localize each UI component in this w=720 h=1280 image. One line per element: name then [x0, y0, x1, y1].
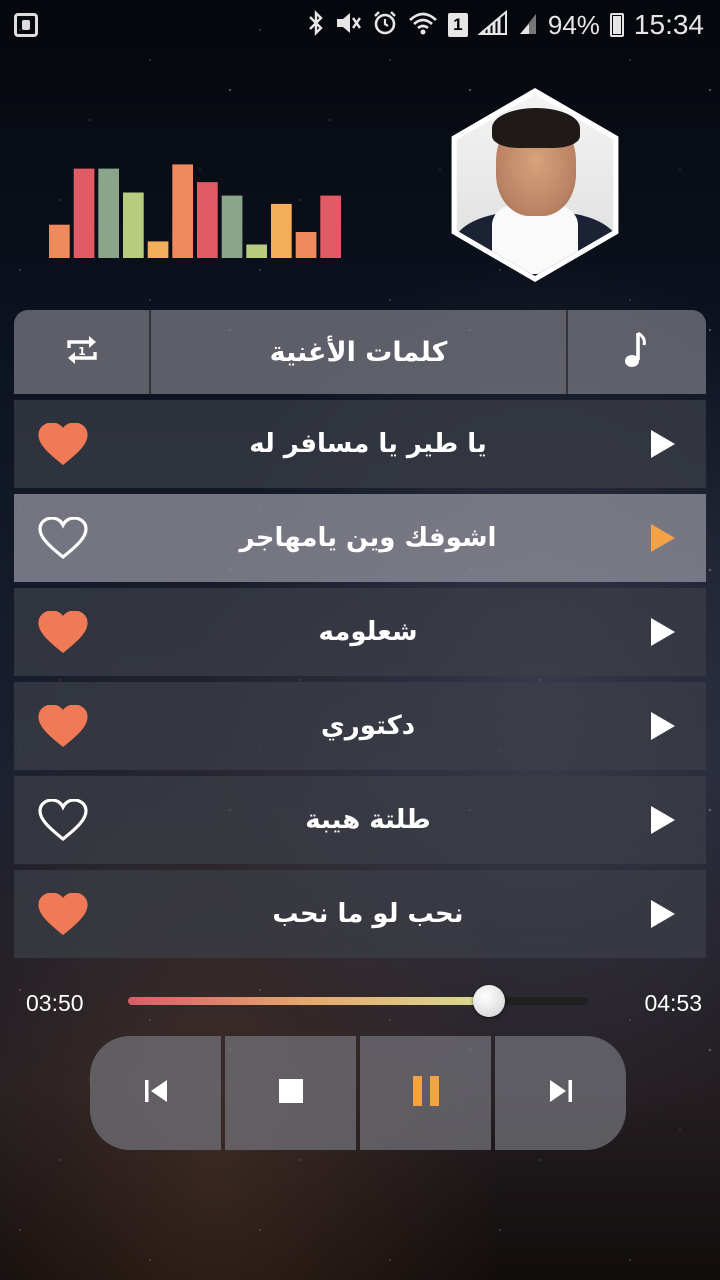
- song-title: شعلومه: [318, 617, 418, 647]
- clock: 15:34: [633, 9, 704, 40]
- previous-button[interactable]: [90, 1036, 221, 1150]
- seek-bar-fill: [128, 997, 490, 1005]
- song-list: يا طير يا مسافر له اشوفك وين يامهاجر شعلوم…: [14, 400, 706, 964]
- music-button[interactable]: [568, 310, 706, 394]
- favorite-heart-icon[interactable]: [38, 798, 88, 842]
- stop-button[interactable]: [225, 1036, 356, 1150]
- play-icon[interactable]: [648, 803, 678, 837]
- seek-bar[interactable]: [128, 985, 588, 1017]
- repeat-one-icon: 1: [63, 332, 101, 372]
- skip-next-icon: [547, 1077, 575, 1109]
- equalizer-bar: [49, 224, 70, 258]
- tab-lyrics[interactable]: كلمات الأغنية: [151, 310, 568, 394]
- equalizer-bar: [246, 244, 267, 258]
- total-time: 04:53: [644, 990, 702, 1016]
- song-title: دكتوري: [320, 711, 416, 741]
- favorite-heart-icon[interactable]: [38, 516, 88, 560]
- song-row[interactable]: اشوفك وين يامهاجر: [14, 494, 706, 582]
- song-title: اشوفك وين يامهاجر: [239, 523, 497, 553]
- equalizer-bar: [271, 203, 292, 258]
- stop-icon: [278, 1078, 304, 1108]
- skip-previous-icon: [142, 1077, 170, 1109]
- battery-icon: [609, 13, 624, 37]
- equalizer-bar: [172, 164, 193, 258]
- seek-bar-thumb[interactable]: [473, 985, 506, 1017]
- sim-slot-badge: 1: [447, 13, 468, 37]
- pause-icon: [412, 1075, 440, 1111]
- play-icon[interactable]: [648, 427, 678, 461]
- play-icon[interactable]: [648, 615, 678, 649]
- equalizer-bar: [221, 195, 243, 258]
- music-note-icon: [622, 330, 652, 374]
- song-row[interactable]: شعلومه: [14, 588, 706, 676]
- equalizer-visualizer: [49, 164, 341, 258]
- play-icon[interactable]: [648, 897, 678, 931]
- top-tab-bar: 1 كلمات الأغنية: [14, 310, 706, 394]
- favorite-heart-icon[interactable]: [38, 422, 88, 466]
- equalizer-bar: [197, 182, 218, 258]
- favorite-heart-icon[interactable]: [38, 892, 88, 936]
- status-bar: 1 94% 15:34: [0, 0, 720, 50]
- repeat-one-button[interactable]: 1: [14, 310, 151, 394]
- equalizer-bar: [295, 232, 317, 258]
- song-row[interactable]: يا طير يا مسافر له: [14, 400, 706, 488]
- current-time: 03:50: [26, 990, 84, 1016]
- equalizer-bar: [98, 168, 119, 258]
- signal-2-icon: [518, 10, 538, 41]
- artist-avatar: [438, 88, 632, 282]
- alarm-icon: [372, 10, 398, 41]
- next-button[interactable]: [495, 1036, 626, 1150]
- svg-text:1: 1: [78, 345, 86, 358]
- equalizer-bar: [147, 241, 169, 258]
- song-row[interactable]: دكتوري: [14, 682, 706, 770]
- favorite-heart-icon[interactable]: [38, 610, 88, 654]
- equalizer-bar: [123, 192, 144, 258]
- play-icon[interactable]: [648, 709, 678, 743]
- equalizer-bar: [320, 195, 341, 258]
- equalizer-bar: [73, 168, 95, 258]
- song-title: نحب لو ما نحب: [272, 899, 464, 929]
- song-title: يا طير يا مسافر له: [249, 429, 487, 459]
- battery-percentage: 94%: [547, 9, 600, 40]
- wifi-icon: [408, 10, 438, 41]
- mute-icon: [334, 10, 362, 41]
- bluetooth-icon: [308, 9, 324, 41]
- song-title: طلتة هيبة: [305, 805, 431, 835]
- app-notification-icon: [14, 13, 38, 37]
- play-icon[interactable]: [648, 521, 678, 555]
- signal-icon: [477, 9, 508, 41]
- favorite-heart-icon[interactable]: [38, 704, 88, 748]
- progress-area: 03:50 04:53: [0, 980, 720, 1030]
- song-row[interactable]: نحب لو ما نحب: [14, 870, 706, 958]
- song-row[interactable]: طلتة هيبة: [14, 776, 706, 864]
- pause-button[interactable]: [360, 1036, 491, 1150]
- playback-controls: [90, 1036, 626, 1150]
